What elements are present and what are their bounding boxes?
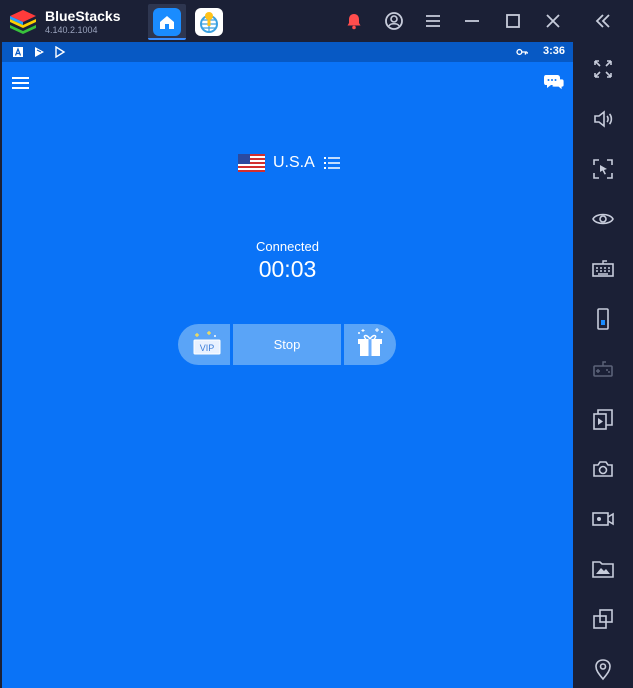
hamburger-menu-icon[interactable] — [10, 74, 32, 92]
tab-vpn-app[interactable] — [190, 4, 228, 40]
bluestacks-logo-icon — [10, 10, 36, 34]
minimize-button[interactable] — [457, 6, 487, 36]
gamepad-icon[interactable] — [591, 357, 615, 381]
app-version: 4.140.2.1004 — [45, 25, 98, 35]
tool-sidebar — [573, 0, 633, 688]
maximize-icon — [506, 14, 520, 28]
connection-status: Connected — [256, 239, 319, 254]
keyboard-icon[interactable] — [591, 257, 615, 281]
multi-instance-icon[interactable] — [591, 607, 615, 631]
vip-icon: VIP — [193, 331, 221, 355]
rotate-icon[interactable] — [591, 307, 615, 331]
close-button[interactable] — [538, 6, 568, 36]
title-bar: BlueStacks 4.140.2.1004 — [0, 0, 633, 42]
play-store-icon — [55, 46, 66, 58]
volume-icon[interactable] — [591, 107, 615, 131]
media-folder-icon[interactable] — [591, 557, 615, 581]
server-country: U.S.A — [273, 154, 315, 171]
android-screen[interactable]: 3:36 U.S.A Connected 00:03 VIP Stop — [2, 42, 573, 688]
pointer-lock-icon[interactable] — [591, 157, 615, 181]
menu-icon — [426, 15, 440, 27]
account-icon — [385, 12, 403, 30]
play-games-icon — [35, 47, 44, 57]
server-location-selector[interactable]: U.S.A — [238, 152, 341, 174]
server-list-icon[interactable] — [323, 155, 341, 171]
vip-label: VIP — [200, 343, 215, 353]
notification-bell-icon — [347, 14, 361, 30]
a-notification-icon — [13, 47, 23, 57]
install-apk-icon[interactable] — [591, 407, 615, 431]
camera-icon[interactable] — [591, 457, 615, 481]
minimize-icon — [465, 20, 479, 22]
close-icon — [546, 14, 560, 28]
bluestacks-window: BlueStacks 4.140.2.1004 3:36 U.S.A Conne… — [0, 0, 633, 688]
vpn-app-icon — [200, 12, 218, 33]
vip-button[interactable]: VIP — [178, 324, 230, 365]
video-record-icon[interactable] — [591, 507, 615, 531]
collapse-sidebar-icon[interactable] — [594, 12, 612, 30]
status-time: 3:36 — [542, 45, 565, 57]
app-name: BlueStacks — [45, 8, 121, 24]
gift-icon — [358, 328, 383, 356]
chat-support-icon[interactable] — [542, 70, 566, 94]
connection-timer: 00:03 — [258, 256, 317, 282]
gift-button[interactable] — [344, 324, 396, 365]
eye-icon[interactable] — [591, 207, 615, 231]
stop-button[interactable]: Stop — [233, 324, 341, 365]
fullscreen-icon[interactable] — [591, 57, 615, 81]
maximize-button[interactable] — [498, 6, 528, 36]
tab-home[interactable] — [148, 4, 186, 40]
vpn-controls: VIP Stop — [178, 324, 396, 365]
location-icon[interactable] — [591, 657, 615, 681]
account-button[interactable] — [379, 6, 409, 36]
vpn-key-icon — [516, 48, 528, 56]
android-status-bar: 3:36 — [2, 42, 573, 62]
menu-button[interactable] — [418, 6, 448, 36]
usa-flag-icon — [238, 154, 265, 172]
home-icon — [160, 16, 174, 29]
notification-button[interactable] — [339, 6, 369, 36]
